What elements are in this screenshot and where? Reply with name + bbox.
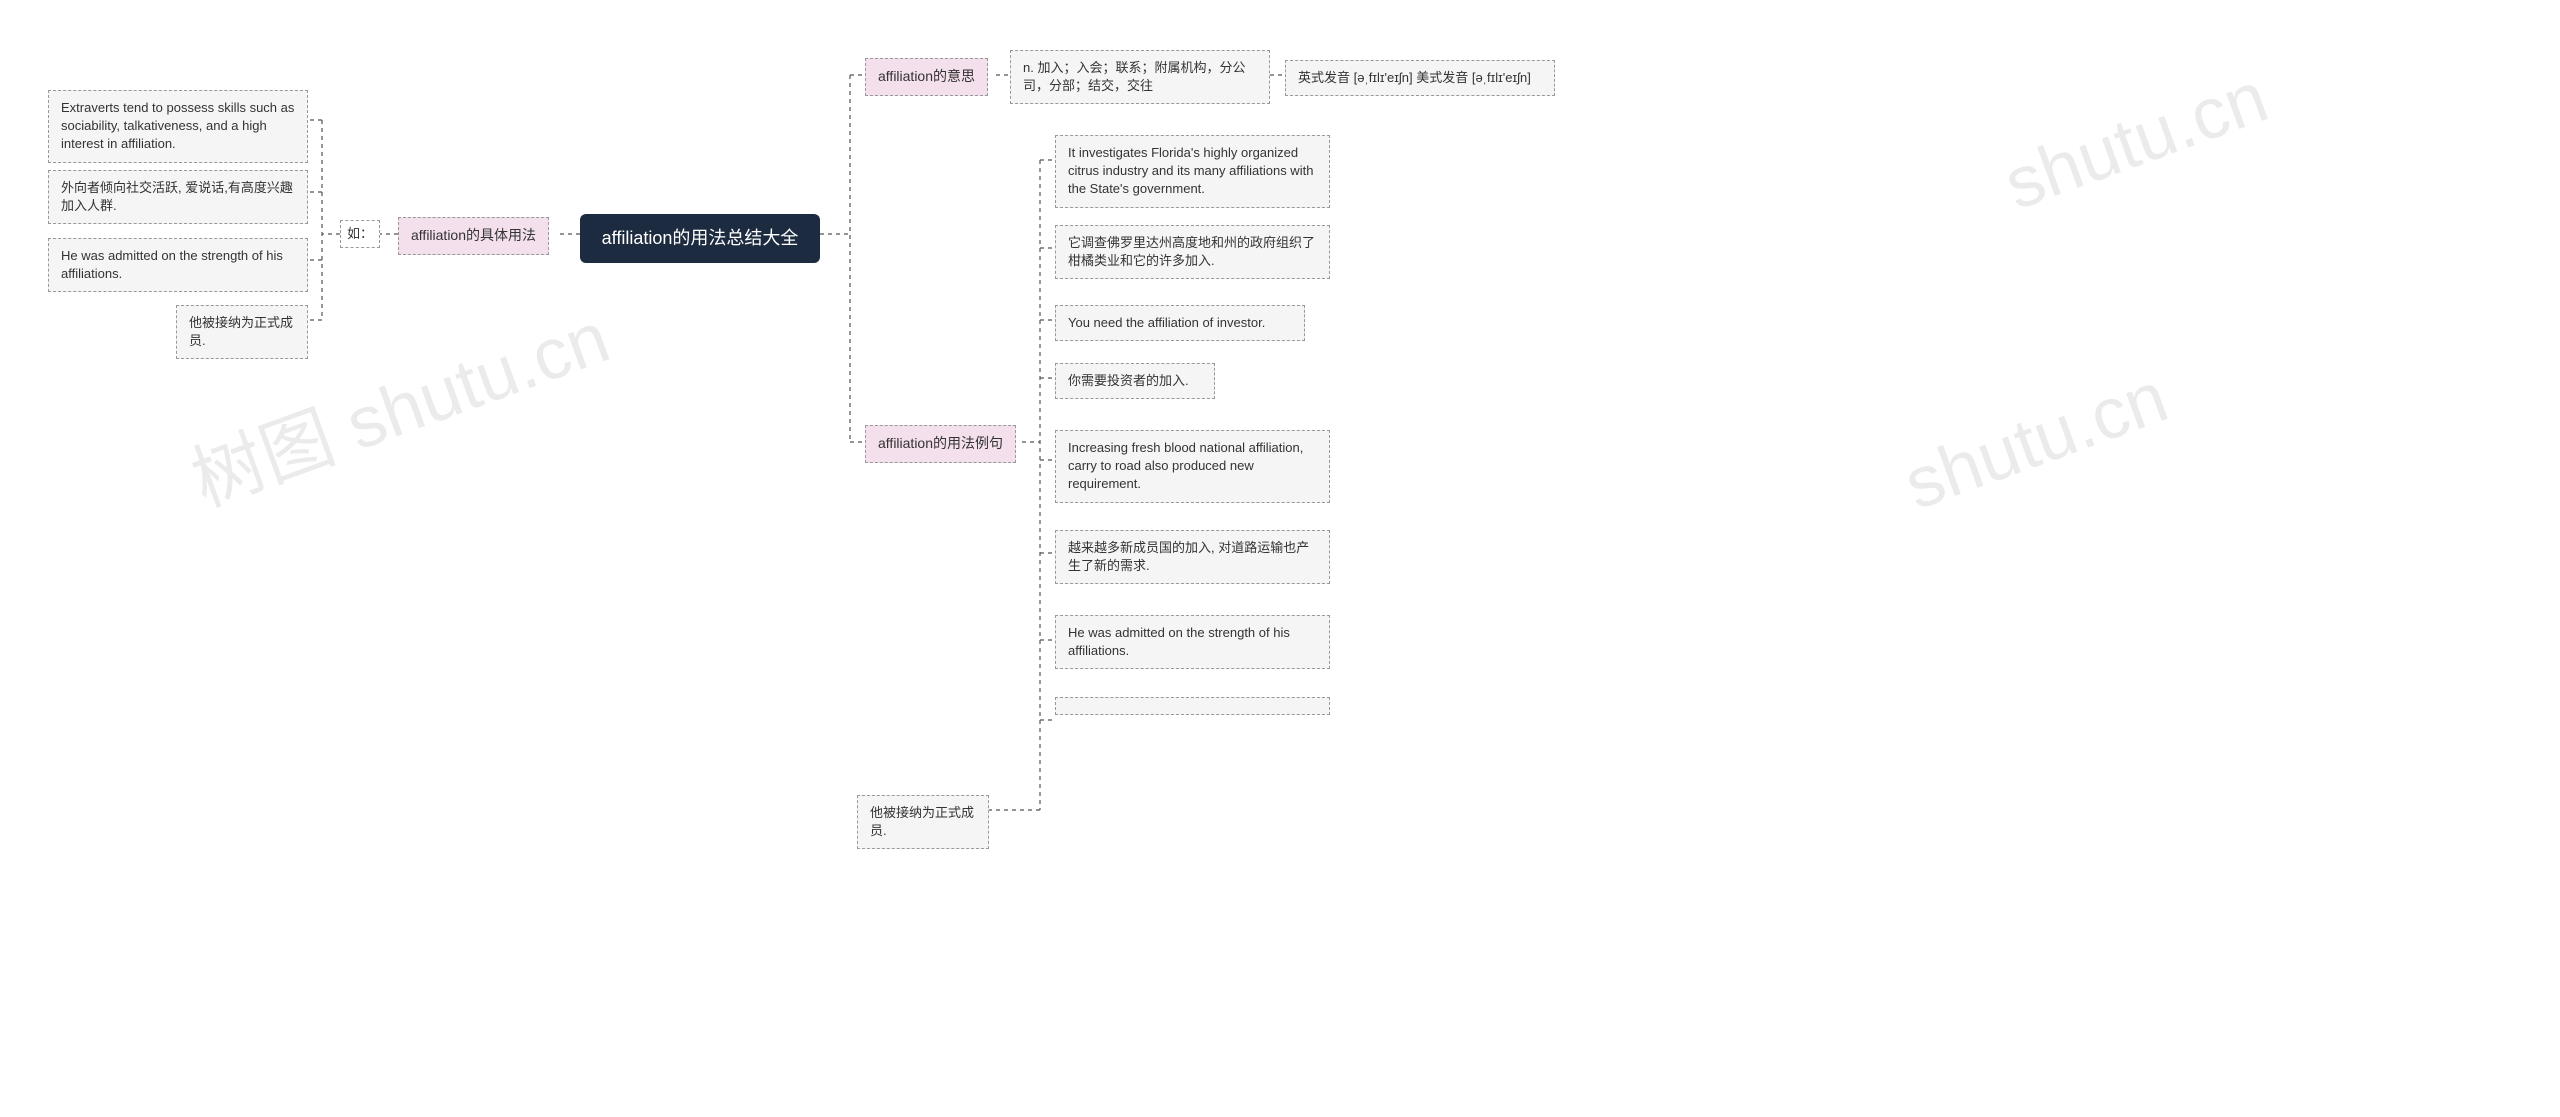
usage-item: 外向者倾向社交活跃, 爱说话,有高度兴趣加入人群. (48, 170, 308, 224)
usage-item: He was admitted on the strength of his a… (48, 238, 308, 292)
usage-item: Extraverts tend to possess skills such a… (48, 90, 308, 163)
branch-examples[interactable]: affiliation的用法例句 (865, 425, 1016, 463)
usage-connector: 如： (340, 220, 380, 248)
example-item: You need the affiliation of investor. (1055, 305, 1305, 341)
example-item: 你需要投资者的加入. (1055, 363, 1215, 399)
example-item: 越来越多新成员国的加入, 对道路运输也产生了新的需求. (1055, 530, 1330, 584)
branch-meaning[interactable]: affiliation的意思 (865, 58, 988, 96)
root-node[interactable]: affiliation的用法总结大全 (580, 214, 820, 263)
branch-usage[interactable]: affiliation的具体用法 (398, 217, 549, 255)
usage-item: 他被接纳为正式成员. (176, 305, 308, 359)
example-item: He was admitted on the strength of his a… (1055, 615, 1330, 669)
watermark: shutu.cn (1894, 356, 2178, 526)
example-item: It investigates Florida's highly organiz… (1055, 135, 1330, 208)
example-item: 它调查佛罗里达州高度地和州的政府组织了柑橘类业和它的许多加入. (1055, 225, 1330, 279)
meaning-pronunciation: 英式发音 [əˌfɪlɪ'eɪʃn] 美式发音 [əˌfɪlɪ'eɪʃn] (1285, 60, 1555, 96)
mindmap-canvas: 树图 shutu.cn shutu.cn shutu.cn (0, 0, 2560, 1117)
example-item: 他被接纳为正式成员. (857, 795, 989, 849)
example-item: Increasing fresh blood national affiliat… (1055, 430, 1330, 503)
watermark: shutu.cn (1994, 56, 2278, 226)
example-item-hidden (1055, 697, 1330, 715)
meaning-definition: n. 加入；入会；联系；附属机构，分公司，分部；结交，交往 (1010, 50, 1270, 104)
